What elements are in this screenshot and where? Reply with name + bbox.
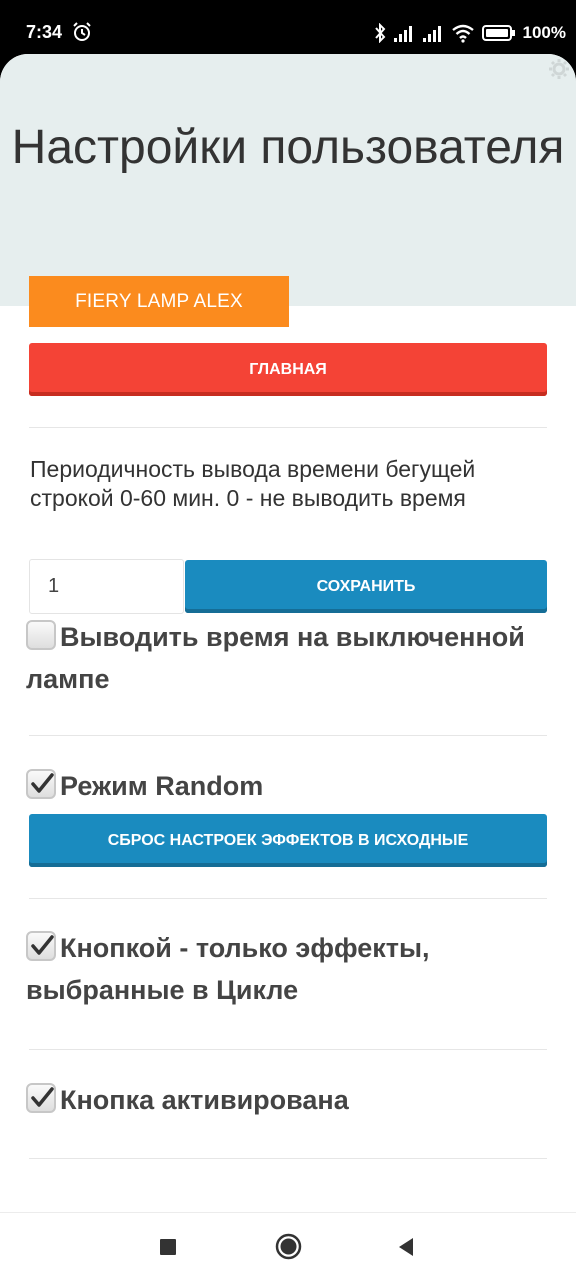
main-button[interactable]: ГЛАВНАЯ — [29, 343, 547, 396]
signal-icon — [393, 26, 412, 42]
button-active-label: Кнопка активирована — [60, 1085, 349, 1115]
divider — [29, 898, 547, 899]
wifi-icon — [451, 24, 474, 43]
checkmark-icon — [31, 1087, 54, 1107]
button-cycle-option[interactable]: Кнопкой - только эффекты, выбранные в Ци… — [26, 927, 556, 1011]
button-cycle-checkbox[interactable] — [26, 931, 56, 961]
status-time: 7:34 — [26, 22, 63, 42]
button-active-option[interactable]: Кнопка активирована — [26, 1079, 556, 1121]
show-time-off-label: Выводить время на выключенной лампе — [26, 622, 525, 694]
gear-icon[interactable] — [548, 58, 570, 80]
random-mode-option[interactable]: Режим Random — [26, 765, 556, 807]
divider — [29, 735, 547, 736]
page-header: Настройки пользователя — [0, 54, 576, 306]
alarm-icon — [73, 22, 91, 41]
signal-icon-2 — [422, 26, 441, 42]
bluetooth-icon — [374, 23, 385, 43]
save-button[interactable]: СОХРАНИТЬ — [185, 560, 547, 613]
time-interval-input[interactable] — [29, 559, 184, 614]
show-time-off-option[interactable]: Выводить время на выключенной лампе — [26, 616, 556, 700]
status-icons: 100% — [374, 22, 566, 44]
time-interval-description: Периодичность вывода времени бегущей стр… — [30, 456, 476, 511]
show-time-off-checkbox[interactable] — [26, 620, 56, 650]
button-active-checkbox[interactable] — [26, 1083, 56, 1113]
divider — [29, 1158, 547, 1159]
random-mode-label: Режим Random — [60, 771, 264, 801]
recents-icon[interactable] — [159, 1238, 177, 1256]
back-icon[interactable] — [396, 1237, 416, 1257]
battery-icon — [481, 25, 515, 41]
checkmark-icon — [31, 773, 54, 793]
lamp-name-badge[interactable]: FIERY LAMP ALEX — [29, 276, 289, 327]
divider — [29, 1049, 547, 1050]
battery-percent: 100% — [522, 23, 566, 42]
divider — [29, 427, 547, 428]
home-icon[interactable] — [275, 1233, 302, 1260]
checkmark-icon — [31, 935, 54, 955]
page-title: Настройки пользователя — [11, 121, 565, 174]
status-bar: 7:34 100% — [0, 0, 576, 62]
reset-effects-button[interactable]: СБРОС НАСТРОЕК ЭФФЕКТОВ В ИСХОДНЫЕ — [29, 814, 547, 867]
app-page: Настройки пользователя FIERY LAMP ALEX Г… — [0, 54, 576, 1212]
button-cycle-label: Кнопкой - только эффекты, выбранные в Ци… — [26, 933, 430, 1005]
system-nav-bar — [0, 1212, 576, 1280]
random-mode-checkbox[interactable] — [26, 769, 56, 799]
